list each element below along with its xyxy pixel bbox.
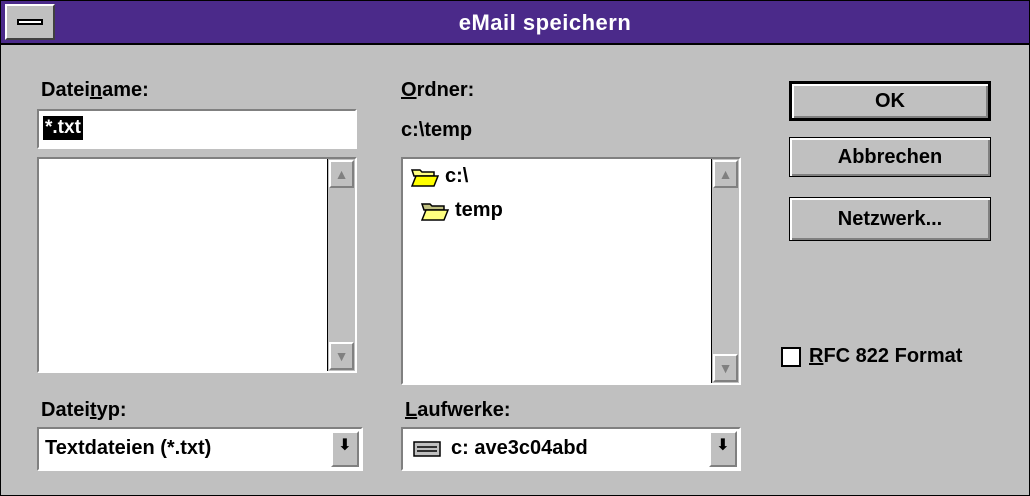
ok-button[interactable]: OK (789, 81, 991, 121)
scroll-down-icon[interactable]: ▼ (329, 342, 354, 370)
current-path: c:\temp (401, 119, 473, 141)
folder-item-temp[interactable]: temp (421, 199, 503, 222)
scroll-up-icon[interactable]: ▲ (329, 160, 354, 188)
folder-item-root[interactable]: c:\ (411, 165, 468, 188)
filename-input[interactable]: *.txt (37, 109, 357, 149)
cancel-button[interactable]: Abbrechen (789, 137, 991, 177)
filetype-label: Dateityp: (41, 399, 127, 421)
folder-tree[interactable]: c:\ temp ▲ ▼ (401, 157, 741, 385)
hard-drive-icon (413, 441, 441, 457)
save-email-dialog: eMail speichern Dateiname: *.txt ▲ ▼ Ord… (0, 0, 1030, 496)
folder-item-label: c:\ (445, 165, 469, 187)
open-folder-icon (421, 202, 449, 221)
file-list[interactable]: ▲ ▼ (37, 157, 357, 373)
title-bar: eMail speichern (1, 1, 1029, 45)
dropdown-arrow-icon[interactable]: ⬇ (709, 431, 737, 467)
filetype-value: Textdateien (*.txt) (45, 437, 212, 459)
rfc822-label: RFC 822 Format (809, 345, 963, 367)
window-title: eMail speichern (458, 10, 632, 35)
file-list-scrollbar[interactable]: ▲ ▼ (327, 159, 355, 371)
folder-item-label: temp (455, 199, 503, 221)
filename-value: *.txt (43, 116, 83, 140)
folder-tree-scrollbar[interactable]: ▲ ▼ (711, 159, 739, 383)
filename-label: Dateiname: (41, 79, 149, 101)
scroll-up-icon[interactable]: ▲ (713, 160, 738, 188)
system-menu-icon (17, 19, 43, 25)
drives-label: Laufwerke: (405, 399, 511, 421)
scroll-down-icon[interactable]: ▼ (713, 354, 738, 382)
rfc822-checkbox[interactable] (781, 347, 801, 367)
open-folder-icon (411, 168, 439, 187)
network-button[interactable]: Netzwerk... (789, 197, 991, 241)
filetype-select[interactable]: Textdateien (*.txt) ⬇ (37, 427, 363, 471)
system-menu-button[interactable] (5, 4, 55, 40)
drive-value: c: ave3c04abd (451, 437, 588, 459)
drive-select[interactable]: c: ave3c04abd ⬇ (401, 427, 741, 471)
dropdown-arrow-icon[interactable]: ⬇ (331, 431, 359, 467)
folder-label: Ordner: (401, 79, 475, 101)
